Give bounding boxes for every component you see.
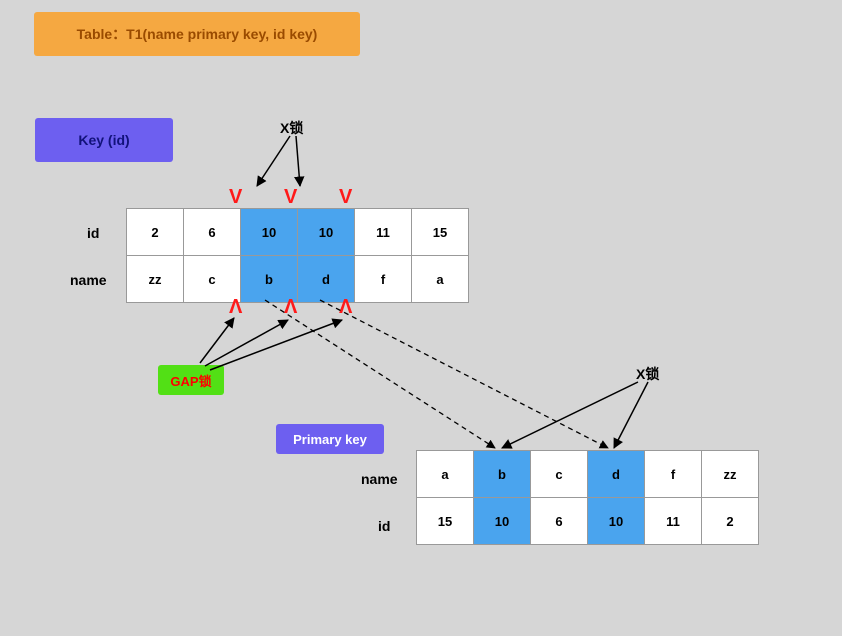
table1-rowhdr-id: id (87, 225, 99, 241)
cell: c (531, 451, 588, 498)
cell: 15 (412, 209, 469, 256)
v-mark: V (284, 187, 297, 207)
v-mark: V (229, 187, 242, 207)
cell: 2 (127, 209, 184, 256)
title-badge: Table：T1(name primary key, id key) (34, 12, 360, 56)
gap-mark: Λ (229, 297, 242, 317)
primary-key-badge: Primary key (276, 424, 384, 454)
gap-lock-badge: GAP锁 (158, 365, 224, 395)
cell: d (588, 451, 645, 498)
xlock-right-label: X锁 (636, 364, 659, 384)
key-id-table: 2610101115zzcbdfa (126, 208, 469, 303)
gap-mark: Λ (339, 297, 352, 317)
key-id-badge: Key (id) (35, 118, 173, 162)
cell: 10 (241, 209, 298, 256)
table1-rowhdr-name: name (70, 272, 107, 288)
cell: 6 (184, 209, 241, 256)
cell: 10 (588, 498, 645, 545)
cell: f (645, 451, 702, 498)
cell: a (417, 451, 474, 498)
cell: 6 (531, 498, 588, 545)
cell: f (355, 256, 412, 303)
table2-rowhdr-name: name (361, 471, 398, 487)
cell: zz (127, 256, 184, 303)
cell: 11 (645, 498, 702, 545)
primary-key-table: abcdfzz1510610112 (416, 450, 759, 545)
xlock-top-label: X锁 (280, 118, 303, 138)
cell: a (412, 256, 469, 303)
cell: b (474, 451, 531, 498)
cell: 10 (298, 209, 355, 256)
cell: 11 (355, 209, 412, 256)
cell: 2 (702, 498, 759, 545)
table2-rowhdr-id: id (378, 518, 390, 534)
cell: 10 (474, 498, 531, 545)
cell: zz (702, 451, 759, 498)
v-mark: V (339, 187, 352, 207)
gap-mark: Λ (284, 297, 297, 317)
cell: 15 (417, 498, 474, 545)
